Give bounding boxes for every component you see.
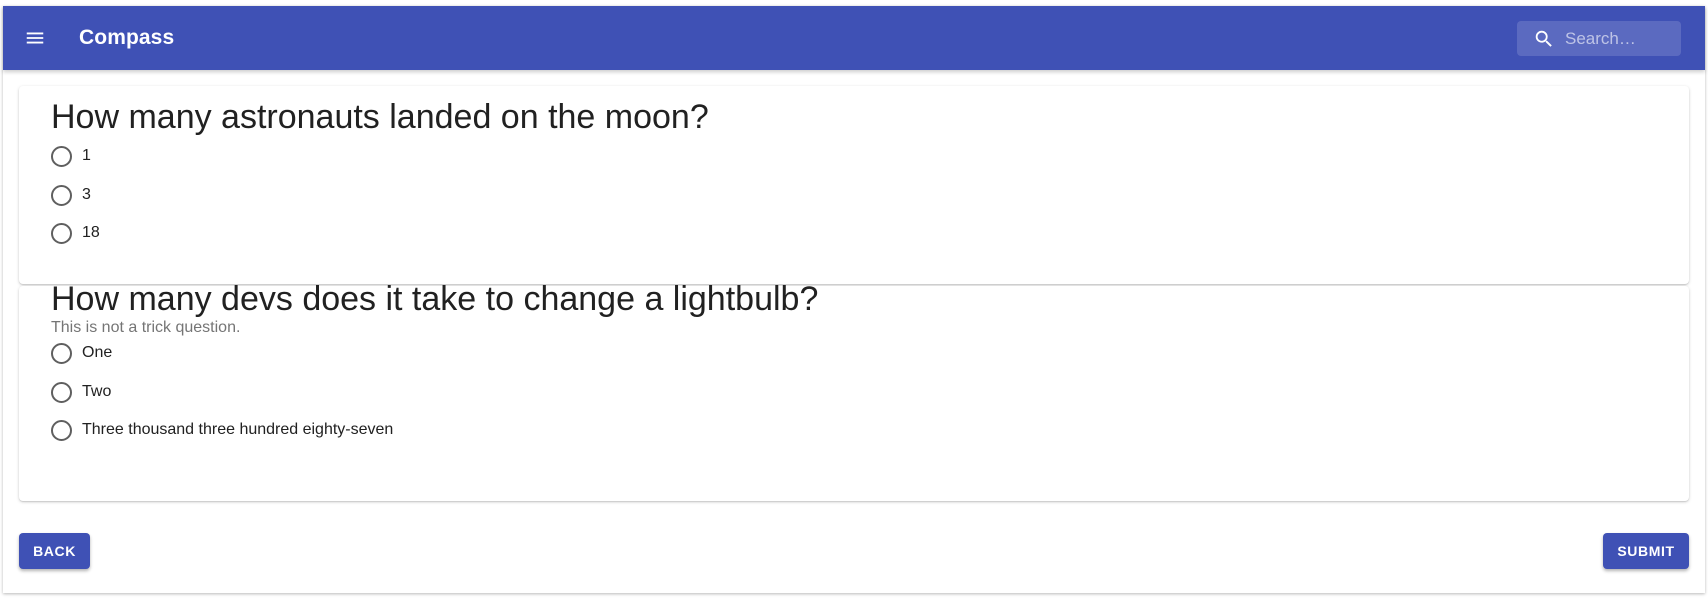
option-3[interactable]: 3 (51, 180, 91, 210)
search-icon (1535, 30, 1552, 47)
app-window: Compass How many astronauts landed on th… (3, 6, 1705, 593)
radio-button[interactable] (51, 419, 72, 441)
option-18[interactable]: 18 (51, 218, 100, 248)
radio-button[interactable] (51, 145, 72, 167)
option-1[interactable]: 1 (51, 141, 91, 171)
option-label: 3 (82, 186, 91, 203)
radio-button[interactable] (51, 222, 72, 244)
option-one[interactable]: One (51, 338, 112, 368)
option-two[interactable]: Two (51, 377, 111, 407)
menu-button[interactable] (17, 20, 53, 56)
option-label: Two (82, 383, 112, 400)
question-card-1: How many astronauts landed on the moon? … (19, 86, 1689, 284)
option-label: One (82, 344, 113, 361)
app-bar: Compass (3, 6, 1705, 70)
question-card-2: How many devs does it take to change a l… (19, 280, 1689, 501)
search-input[interactable] (1565, 21, 1675, 56)
search-box[interactable] (1517, 21, 1681, 56)
app-title: Compass (79, 26, 175, 49)
back-button[interactable]: BACK (19, 533, 90, 569)
radio-button[interactable] (51, 381, 72, 403)
question-title: How many devs does it take to change a l… (51, 280, 819, 318)
question-subtitle: This is not a trick question. (51, 319, 241, 336)
option-label: 18 (82, 224, 100, 241)
option-three-thousand[interactable]: Three thousand three hundred eighty-seve… (51, 415, 393, 445)
menu-icon (26, 32, 44, 44)
radio-button[interactable] (51, 184, 72, 206)
radio-button[interactable] (51, 342, 72, 364)
submit-button[interactable]: SUBMIT (1603, 533, 1689, 569)
question-title: How many astronauts landed on the moon? (51, 98, 709, 136)
option-label: 1 (82, 147, 91, 164)
option-label: Three thousand three hundred eighty-seve… (82, 421, 394, 438)
